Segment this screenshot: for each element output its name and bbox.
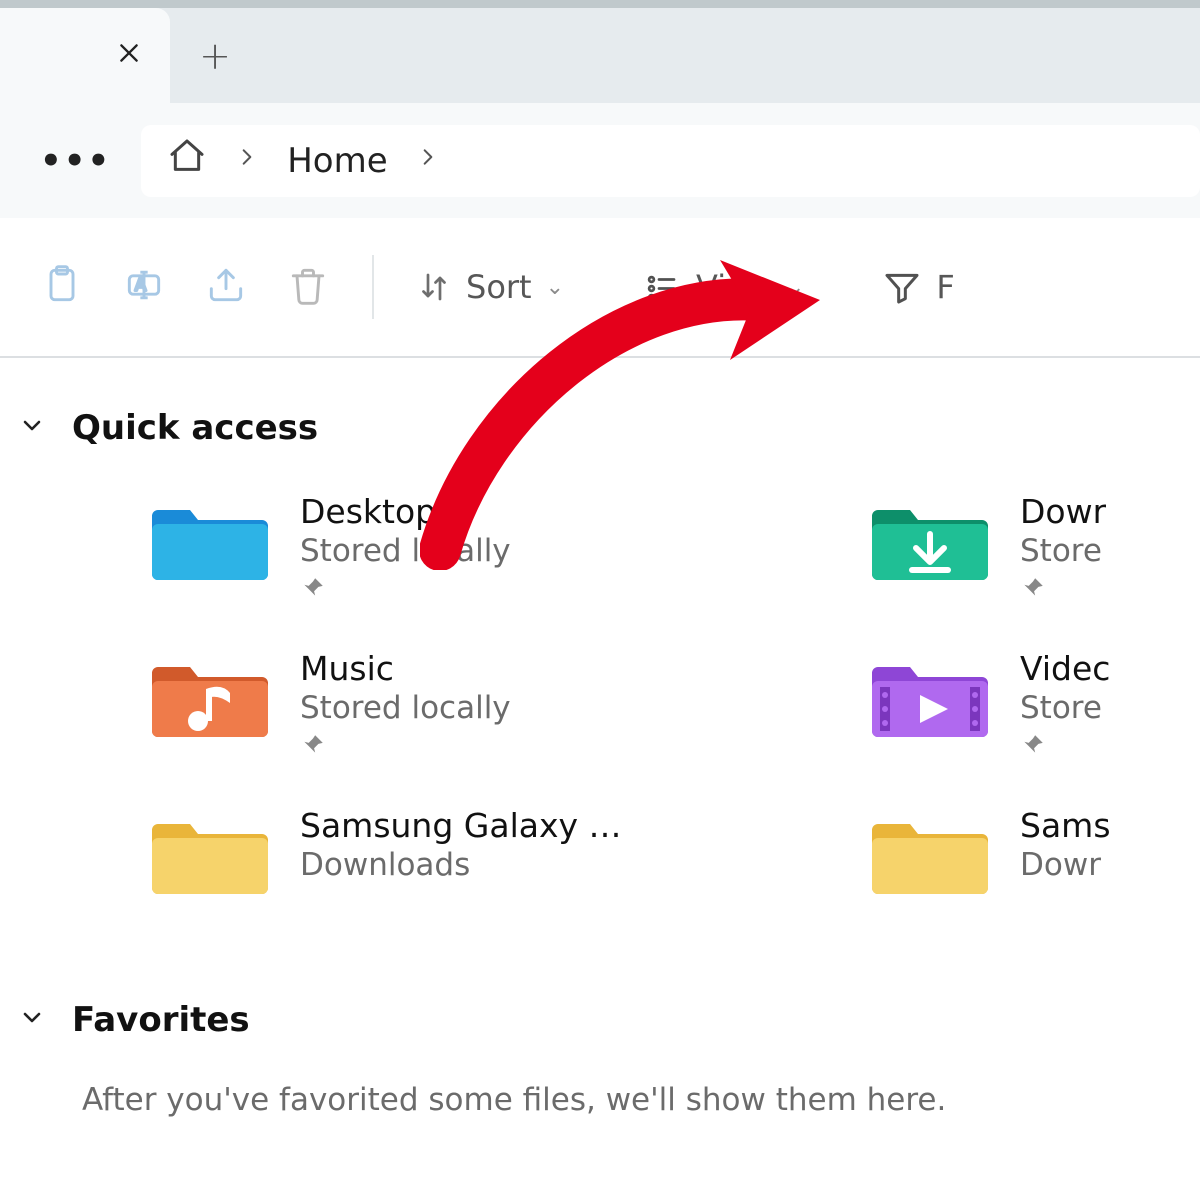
folder-item-videos[interactable]: Videc Store <box>870 647 1200 762</box>
sort-icon <box>416 269 452 305</box>
filter-icon <box>882 267 922 307</box>
new-tab-button[interactable]: + <box>170 8 260 103</box>
content-area: Quick access Desktop Stored locally Dowr… <box>0 358 1200 1118</box>
pin-icon <box>1020 732 1110 762</box>
sort-label: Sort <box>466 268 532 306</box>
item-subtitle: Stored locally <box>300 533 511 569</box>
breadcrumb[interactable]: Home <box>141 125 1200 197</box>
item-subtitle: Store <box>1020 533 1106 569</box>
folder-item-downloads[interactable]: Dowr Store <box>870 490 1200 605</box>
breadcrumb-home-label[interactable]: Home <box>287 141 387 181</box>
view-button[interactable]: View ⌄ <box>642 268 804 306</box>
favorites-empty-text: After you've favorited some files, we'll… <box>82 1082 1200 1118</box>
videos-folder-icon <box>870 647 990 743</box>
chevron-down-icon <box>20 1005 44 1036</box>
filter-label: F <box>936 268 954 306</box>
share-icon[interactable] <box>204 263 248 311</box>
sort-button[interactable]: Sort ⌄ <box>416 268 564 306</box>
delete-icon[interactable] <box>286 263 330 311</box>
folder-icon <box>870 804 990 900</box>
item-subtitle: Downloads <box>300 847 640 883</box>
pin-icon <box>300 575 511 605</box>
item-subtitle: Dowr <box>1020 847 1111 883</box>
item-title: Music <box>300 649 511 688</box>
paste-icon[interactable] <box>40 263 84 311</box>
pin-icon <box>1020 575 1106 605</box>
folder-item-music[interactable]: Music Stored locally <box>150 647 870 762</box>
downloads-folder-icon <box>870 490 990 586</box>
chevron-down-icon: ⌄ <box>546 275 564 300</box>
toolbar-separator <box>372 255 374 319</box>
more-menu-icon[interactable]: ••• <box>40 141 111 181</box>
item-subtitle: Store <box>1020 690 1110 726</box>
folder-icon <box>150 804 270 900</box>
pin-icon <box>300 732 511 762</box>
item-title: Sams <box>1020 806 1111 845</box>
svg-text:A: A <box>135 276 147 295</box>
chevron-down-icon: ⌄ <box>786 275 804 300</box>
view-label: View <box>696 268 772 306</box>
toolbar: A Sort ⌄ View ⌄ F <box>0 218 1200 358</box>
folder-item-samsung-galaxy[interactable]: Samsung Galaxy S8... Downloads <box>150 804 870 900</box>
tab-strip: + <box>0 8 1200 103</box>
quick-access-title: Quick access <box>72 408 318 448</box>
favorites-header[interactable]: Favorites <box>20 1000 1200 1040</box>
filter-button[interactable]: F <box>882 267 954 307</box>
item-subtitle: Stored locally <box>300 690 511 726</box>
active-tab[interactable] <box>0 8 170 103</box>
item-title: Videc <box>1020 649 1110 688</box>
item-title: Desktop <box>300 492 511 531</box>
address-bar-row: ••• Home <box>0 103 1200 218</box>
close-tab-icon[interactable] <box>116 40 142 72</box>
home-icon[interactable] <box>167 136 207 185</box>
desktop-folder-icon <box>150 490 270 586</box>
folder-item-desktop[interactable]: Desktop Stored locally <box>150 490 870 605</box>
window-top-strip <box>0 0 1200 8</box>
quick-access-grid: Desktop Stored locally Dowr Store Music <box>150 490 1200 900</box>
quick-access-header[interactable]: Quick access <box>20 408 1200 448</box>
plus-icon: + <box>199 37 231 75</box>
music-folder-icon <box>150 647 270 743</box>
chevron-down-icon <box>20 413 44 444</box>
chevron-right-icon[interactable] <box>237 142 257 180</box>
item-title: Samsung Galaxy S8... <box>300 806 640 845</box>
item-title: Dowr <box>1020 492 1106 531</box>
view-icon <box>642 269 682 305</box>
chevron-right-icon[interactable] <box>418 142 438 180</box>
rename-icon[interactable]: A <box>122 263 166 311</box>
folder-item-samsung[interactable]: Sams Dowr <box>870 804 1200 900</box>
favorites-title: Favorites <box>72 1000 250 1040</box>
